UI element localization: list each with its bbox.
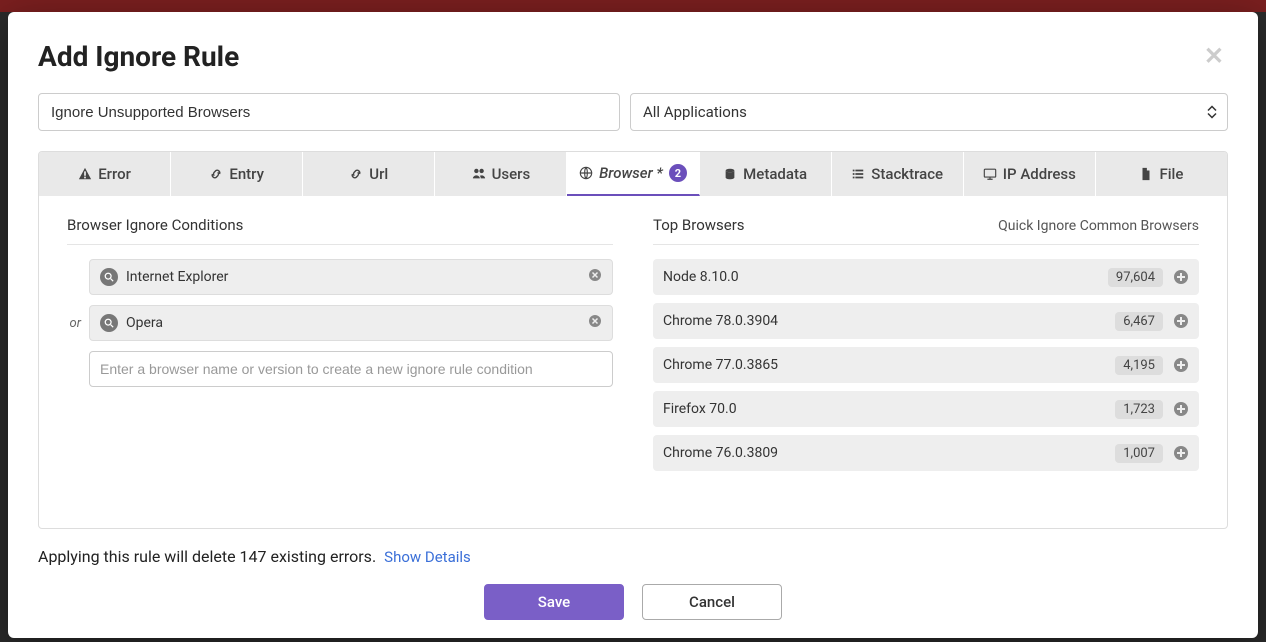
browser-tab-badge: 2 — [669, 164, 687, 182]
rule-name-input[interactable] — [38, 93, 620, 131]
file-icon — [1139, 167, 1153, 181]
link-icon — [349, 167, 363, 181]
cancel-button[interactable]: Cancel — [642, 584, 782, 620]
condition-label: Opera — [126, 315, 580, 331]
save-button[interactable]: Save — [484, 584, 624, 620]
application-select[interactable]: All Applications — [630, 93, 1228, 131]
browser-count: 4,195 — [1115, 356, 1163, 375]
users-icon — [472, 167, 486, 181]
close-icon[interactable]: ✕ — [1200, 40, 1228, 72]
globe-icon — [579, 166, 593, 180]
search-icon — [100, 314, 118, 332]
tab-ip-address[interactable]: IP Address — [964, 152, 1096, 196]
condition-row: Internet Explorer — [67, 259, 613, 295]
browser-row: Node 8.10.0 97,604 — [653, 259, 1199, 295]
tab-error[interactable]: Error — [39, 152, 171, 196]
remove-condition-icon[interactable] — [588, 268, 602, 286]
browser-name: Firefox 70.0 — [663, 401, 1105, 417]
select-chevron-icon — [1207, 106, 1217, 119]
browser-name: Chrome 78.0.3904 — [663, 313, 1105, 329]
condition-label: Internet Explorer — [126, 269, 580, 285]
application-select-value: All Applications — [643, 103, 747, 121]
browser-name: Node 8.10.0 — [663, 269, 1098, 285]
browser-row: Firefox 70.0 1,723 — [653, 391, 1199, 427]
conditions-column: Browser Ignore Conditions Internet Explo… — [67, 216, 613, 498]
browser-name: Chrome 76.0.3809 — [663, 445, 1105, 461]
conditions-title: Browser Ignore Conditions — [67, 216, 243, 234]
tab-stacktrace[interactable]: Stacktrace — [832, 152, 964, 196]
add-browser-icon[interactable] — [1173, 313, 1189, 329]
browser-name: Chrome 77.0.3865 — [663, 357, 1105, 373]
tab-file[interactable]: File — [1096, 152, 1227, 196]
new-condition-input[interactable] — [89, 351, 613, 387]
or-label: or — [67, 316, 81, 331]
add-browser-icon[interactable] — [1173, 269, 1189, 285]
warning-icon — [78, 167, 92, 181]
quick-ignore-link[interactable]: Quick Ignore Common Browsers — [998, 218, 1199, 234]
tab-metadata[interactable]: Metadata — [700, 152, 832, 196]
browser-row: Chrome 76.0.3809 1,007 — [653, 435, 1199, 471]
list-icon — [851, 167, 865, 181]
condition-pill[interactable]: Internet Explorer — [89, 259, 613, 295]
condition-row: or Opera — [67, 305, 613, 341]
search-icon — [100, 268, 118, 286]
browser-count: 1,007 — [1115, 444, 1163, 463]
browser-row: Chrome 77.0.3865 4,195 — [653, 347, 1199, 383]
remove-condition-icon[interactable] — [588, 314, 602, 332]
footer-message: Applying this rule will delete 147 exist… — [38, 547, 376, 566]
show-details-link[interactable]: Show Details — [384, 548, 471, 566]
tabs-card: Error Entry Url Users Browser * 2 — [38, 151, 1228, 529]
link-icon — [209, 167, 223, 181]
footer-message-row: Applying this rule will delete 147 exist… — [38, 547, 1228, 566]
browser-count: 1,723 — [1115, 400, 1163, 419]
desktop-icon — [983, 167, 997, 181]
browser-count: 97,604 — [1108, 268, 1163, 287]
add-browser-icon[interactable] — [1173, 401, 1189, 417]
add-browser-icon[interactable] — [1173, 445, 1189, 461]
tab-users[interactable]: Users — [435, 152, 567, 196]
tabs-bar: Error Entry Url Users Browser * 2 — [39, 152, 1227, 196]
tab-browser[interactable]: Browser * 2 — [567, 152, 699, 196]
database-icon — [723, 167, 737, 181]
top-browsers-title: Top Browsers — [653, 216, 745, 234]
tab-entry[interactable]: Entry — [171, 152, 303, 196]
add-ignore-rule-modal: Add Ignore Rule ✕ All Applications Error — [8, 12, 1258, 638]
browser-row: Chrome 78.0.3904 6,467 — [653, 303, 1199, 339]
top-browsers-column: Top Browsers Quick Ignore Common Browser… — [653, 216, 1199, 498]
app-header-bar — [0, 0, 1266, 12]
modal-title: Add Ignore Rule — [38, 40, 239, 73]
tab-url[interactable]: Url — [303, 152, 435, 196]
browser-count: 6,467 — [1115, 312, 1163, 331]
condition-pill[interactable]: Opera — [89, 305, 613, 341]
add-browser-icon[interactable] — [1173, 357, 1189, 373]
